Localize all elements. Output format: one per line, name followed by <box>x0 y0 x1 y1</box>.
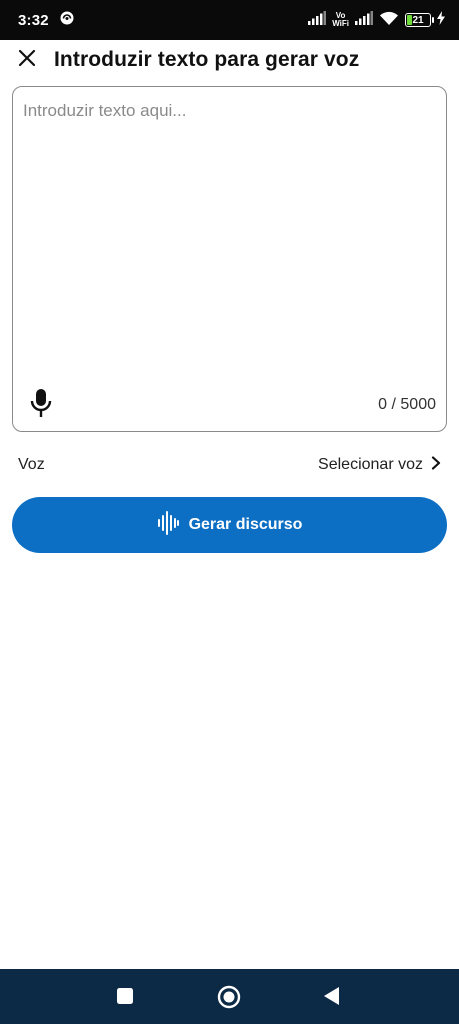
wifi-icon <box>379 11 399 30</box>
voice-label: Voz <box>18 456 45 473</box>
sound-wave-icon <box>157 510 179 540</box>
text-input[interactable] <box>23 101 433 371</box>
generate-speech-label: Gerar discurso <box>188 516 303 533</box>
chevron-right-icon <box>431 455 441 475</box>
home-button[interactable] <box>217 985 241 1014</box>
status-left: 3:32 <box>18 10 75 30</box>
battery-icon: 21 <box>405 13 434 27</box>
text-input-container: 0 / 5000 <box>12 86 447 432</box>
app-bar: Introduzir texto para gerar voz <box>0 40 459 80</box>
signal-icon-2 <box>355 11 373 29</box>
battery-level: 21 <box>412 14 424 26</box>
square-icon <box>116 987 134 1010</box>
close-icon <box>18 49 36 72</box>
recent-apps-button[interactable] <box>116 987 134 1010</box>
generate-speech-button[interactable]: Gerar discurso <box>12 497 447 553</box>
status-right: Vo WiFi 21 <box>308 11 445 30</box>
app-notification-icon <box>59 10 75 30</box>
triangle-back-icon <box>322 986 340 1011</box>
close-button[interactable] <box>0 40 54 80</box>
charging-icon <box>437 11 445 29</box>
voice-row: Voz Selecionar voz <box>0 448 459 482</box>
microphone-button[interactable] <box>27 387 55 423</box>
character-counter: 0 / 5000 <box>378 396 436 413</box>
select-voice-button[interactable]: Selecionar voz <box>318 455 441 475</box>
circle-home-icon <box>217 985 241 1014</box>
microphone-icon <box>30 388 52 423</box>
signal-icon <box>308 11 327 29</box>
status-time: 3:32 <box>18 11 49 29</box>
status-bar: 3:32 Vo WiFi 21 <box>0 0 459 40</box>
navigation-bar <box>0 969 459 1024</box>
back-button[interactable] <box>322 986 340 1011</box>
page-title: Introduzir texto para gerar voz <box>54 48 360 71</box>
vowifi-indicator: Vo WiFi <box>332 12 349 28</box>
select-voice-label: Selecionar voz <box>318 456 423 473</box>
vowifi-bottom: WiFi <box>332 19 349 28</box>
